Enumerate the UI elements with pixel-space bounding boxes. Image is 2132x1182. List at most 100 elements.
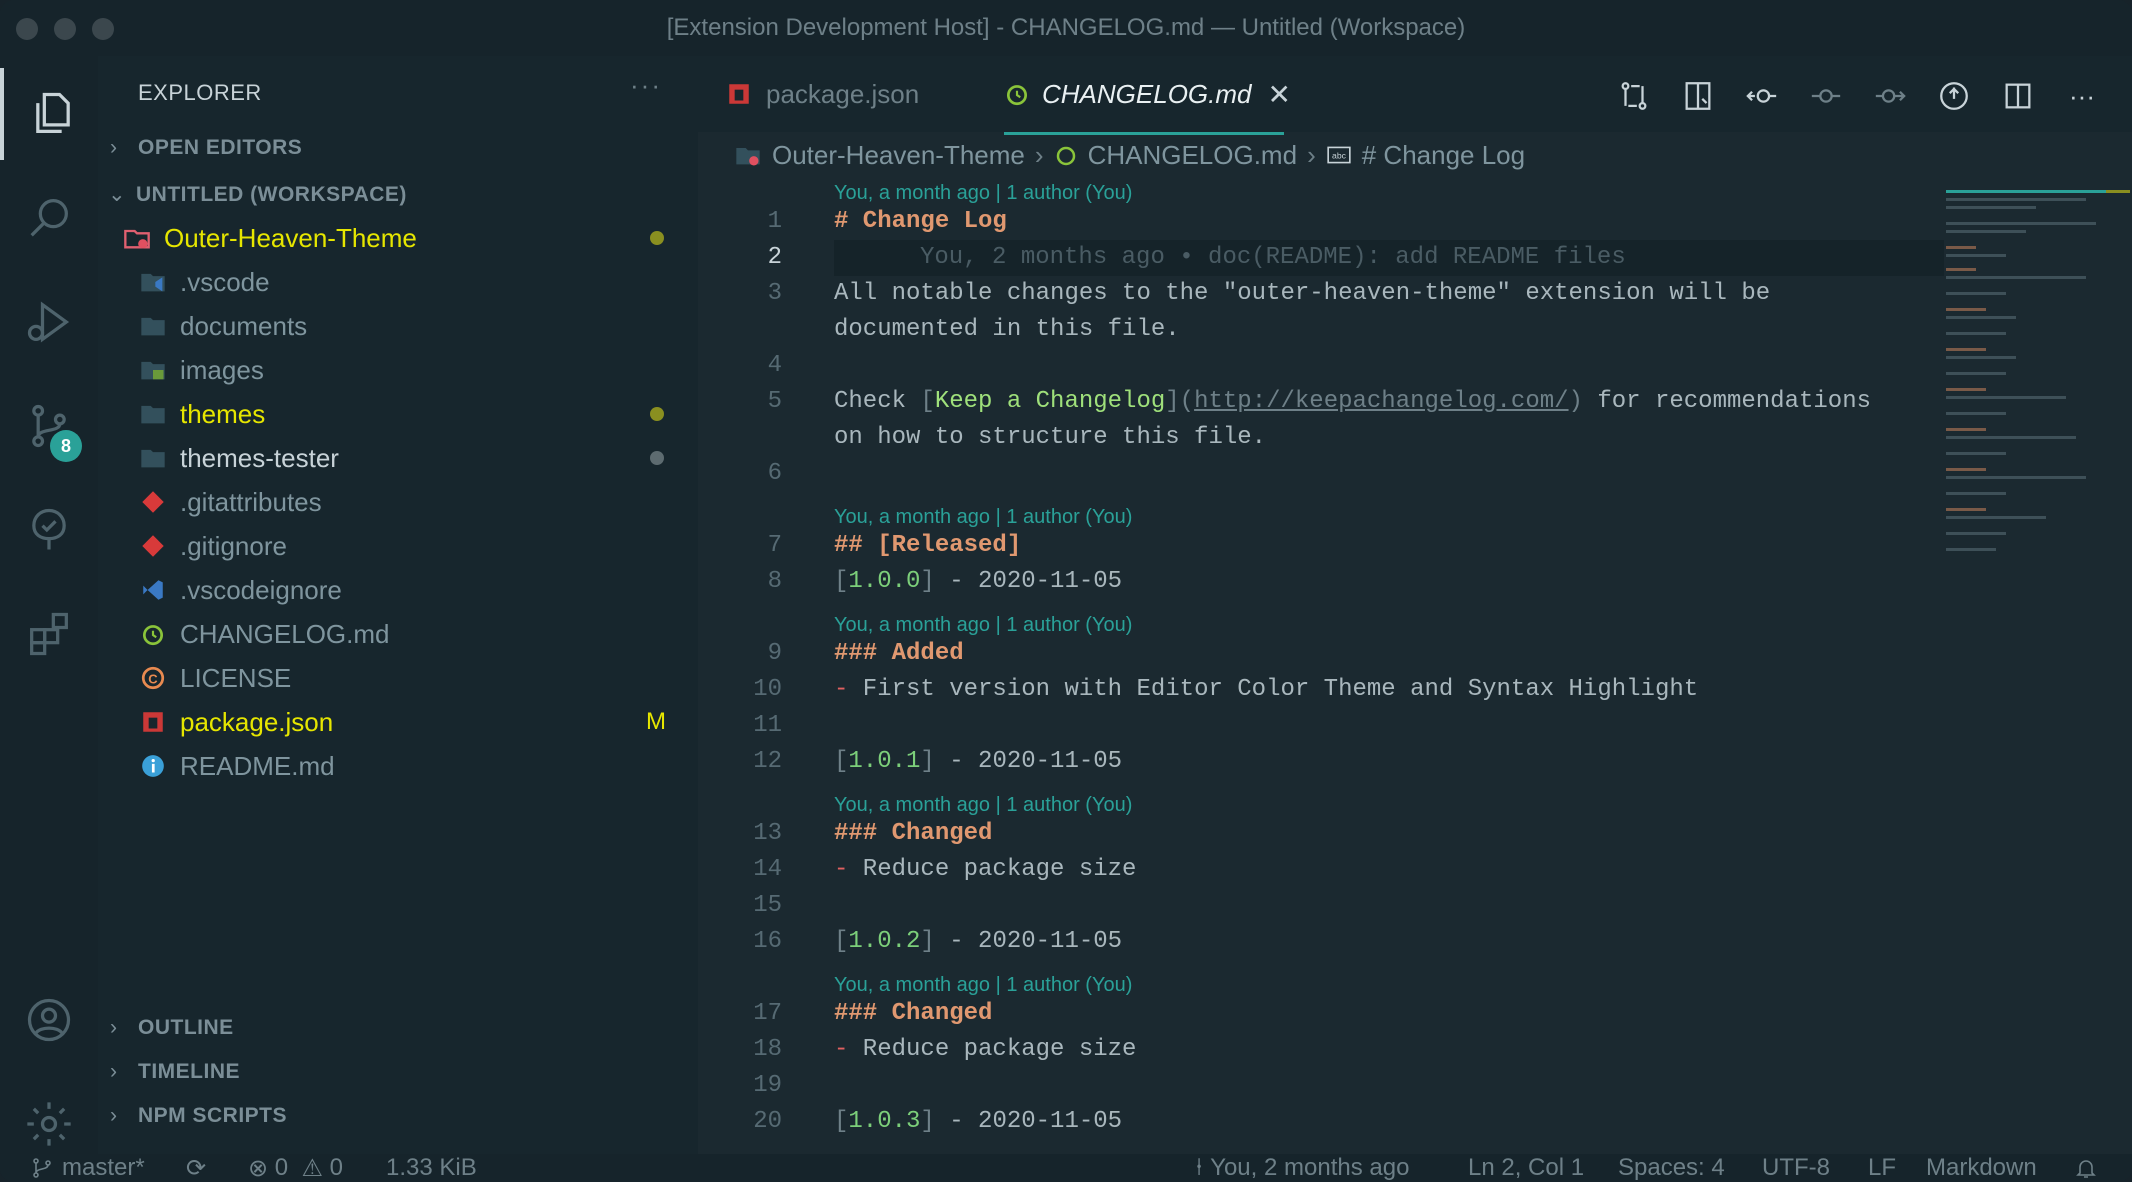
code-line-13: 13 ### Changed (753, 820, 993, 847)
title-bar: [Extension Development Host] - CHANGELOG… (0, 0, 2132, 56)
code-line-15: 15 (753, 892, 782, 919)
code-line-2: 2 You, 2 months ago • doc(README): add RE… (698, 240, 1938, 276)
code-line-6: 6 (767, 460, 782, 487)
encoding[interactable]: UTF-8 (1762, 1154, 1830, 1182)
workspace-section[interactable]: ⌄ UNTITLED (WORKSPACE) (108, 182, 407, 207)
code-line-1: 1 # Change Log (767, 208, 1007, 235)
tree-item-package-json[interactable]: package.json M (98, 700, 698, 744)
language-mode[interactable]: Markdown (1926, 1154, 2037, 1182)
close-icon[interactable]: ✕ (1268, 78, 1291, 111)
blame-status[interactable]: ⍿ You, 2 months ago (1196, 1154, 1409, 1182)
outline-section[interactable]: › OUTLINE (110, 1016, 234, 1040)
breadcrumb-folder[interactable]: Outer-Heaven-Theme (772, 140, 1025, 171)
tree-item-label: documents (180, 310, 308, 341)
tree-item-changelog[interactable]: CHANGELOG.md (98, 612, 698, 656)
tree-item-label: package.json (180, 706, 334, 737)
tree-item-label: themes (180, 398, 266, 429)
folder-icon (734, 141, 762, 169)
search-icon[interactable] (0, 172, 98, 264)
split-editor-icon[interactable] (1998, 76, 2038, 116)
modified-badge: M (646, 708, 666, 735)
tree-item-themes[interactable]: themes (98, 392, 698, 436)
code-line-9: 9 ### Added (767, 640, 964, 667)
svg-text:C: C (148, 671, 158, 686)
file-history-icon[interactable] (1934, 76, 1974, 116)
tree-item-vscode[interactable]: .vscode (98, 260, 698, 304)
tree-item-images[interactable]: images (98, 348, 698, 392)
root-folder-label: Outer-Heaven-Theme (164, 222, 417, 253)
status-bar: master* ⟳ ⊗ 0 ⚠ 0 1.33 KiB ⍿ You, 2 month… (0, 1154, 2132, 1182)
changelog-icon (1004, 81, 1030, 107)
chevron-right-icon: › (110, 1060, 118, 1083)
tab-changelog[interactable]: CHANGELOG.md ✕ (1004, 56, 1291, 135)
untracked-dot (650, 451, 664, 465)
open-changes-icon[interactable] (1614, 76, 1654, 116)
explorer-icon[interactable] (0, 68, 102, 160)
breadcrumb-file[interactable]: CHANGELOG.md (1088, 140, 1298, 171)
license-icon: C (138, 663, 168, 693)
modified-dot (650, 407, 664, 421)
tree-item-gitignore[interactable]: .gitignore (98, 524, 698, 568)
commit-icon[interactable] (1806, 76, 1846, 116)
file-size: 1.33 KiB (386, 1154, 477, 1181)
warning-icon: ⚠ (301, 1154, 323, 1182)
tree-item-gitattributes[interactable]: .gitattributes (98, 480, 698, 524)
code-line-3: 3 All notable changes to the "outer-heave… (767, 280, 1771, 307)
tab-label: package.json (766, 78, 920, 109)
account-icon[interactable] (0, 974, 98, 1066)
root-folder-icon (122, 223, 152, 253)
vscode-window: [Extension Development Host] - CHANGELOG… (0, 0, 2132, 1182)
sync-icon[interactable]: ⟳ (186, 1154, 206, 1182)
previous-change-icon[interactable] (1742, 76, 1782, 116)
code-line-8: 8 [1.0.0] - 2020-11-05 (767, 568, 1123, 595)
problems-status[interactable]: ⊗ 0 ⚠ 0 (248, 1154, 343, 1182)
open-editors-label: OPEN EDITORS (138, 136, 303, 159)
extensions-icon[interactable] (0, 588, 98, 680)
run-debug-icon[interactable] (0, 276, 98, 368)
code-line-5: 5 Check [Keep a Changelog](http://keepach… (767, 388, 1871, 415)
editor-area: package.json CHANGELOG.md ✕ ··· Outer-He… (698, 56, 2132, 1154)
tree-item-label: .gitignore (180, 530, 287, 561)
workspace-label: UNTITLED (WORKSPACE) (136, 182, 407, 206)
folder-images-icon (138, 355, 168, 385)
tree-item-readme[interactable]: README.md (98, 744, 698, 788)
remote-tree-icon[interactable] (0, 484, 98, 576)
breadcrumb-symbol[interactable]: # Change Log (1362, 140, 1525, 171)
tree-item-label: themes-tester (180, 442, 339, 473)
vscode-icon (138, 575, 168, 605)
tree-item-label: images (180, 354, 264, 385)
code-line-5-wrap: on how to structure this file. (834, 424, 1267, 451)
tree-item-vscodeignore[interactable]: .vscodeignore (98, 568, 698, 612)
npm-scripts-section[interactable]: › NPM SCRIPTS (110, 1104, 287, 1128)
open-preview-icon[interactable] (1678, 76, 1718, 116)
modified-dot (650, 231, 664, 245)
bell-icon[interactable] (2074, 1154, 2098, 1182)
next-change-icon[interactable] (1870, 76, 1910, 116)
tree-item-license[interactable]: C LICENSE (98, 656, 698, 700)
tree-item-label: README.md (180, 750, 335, 781)
code-line-14: 14- Reduce package size (753, 856, 1137, 883)
error-icon: ⊗ (248, 1154, 269, 1182)
tab-label: CHANGELOG.md (1042, 78, 1252, 109)
minimap[interactable] (1946, 178, 2132, 578)
cursor-position[interactable]: Ln 2, Col 1 (1468, 1154, 1584, 1182)
folder-vscode-icon (138, 267, 168, 297)
commit-icon: ⍿ (1196, 1154, 1203, 1181)
tree-item-themes-tester[interactable]: themes-tester (98, 436, 698, 480)
open-editors-section[interactable]: › OPEN EDITORS (110, 136, 302, 160)
code-line-7: 7 ## [Released] (767, 532, 1022, 559)
breadcrumb: Outer-Heaven-Theme › CHANGELOG.md › abc … (734, 132, 1525, 178)
tab-package-json[interactable]: package.json (726, 56, 919, 132)
branch-status[interactable]: master* (30, 1154, 145, 1182)
code-line-12: 12 [1.0.1] - 2020-11-05 (753, 748, 1123, 775)
symbol-string-icon: abc (1326, 142, 1352, 168)
folder-icon (138, 399, 168, 429)
indentation[interactable]: Spaces: 4 (1618, 1154, 1725, 1182)
tree-root-folder[interactable]: Outer-Heaven-Theme (98, 216, 698, 260)
source-control-icon[interactable]: 8 (0, 380, 98, 472)
end-of-line[interactable]: LF (1868, 1154, 1896, 1182)
more-actions-icon[interactable]: ··· (630, 70, 662, 101)
timeline-section[interactable]: › TIMELINE (110, 1060, 240, 1084)
tree-item-documents[interactable]: documents (98, 304, 698, 348)
more-actions-icon[interactable]: ··· (2062, 76, 2102, 116)
